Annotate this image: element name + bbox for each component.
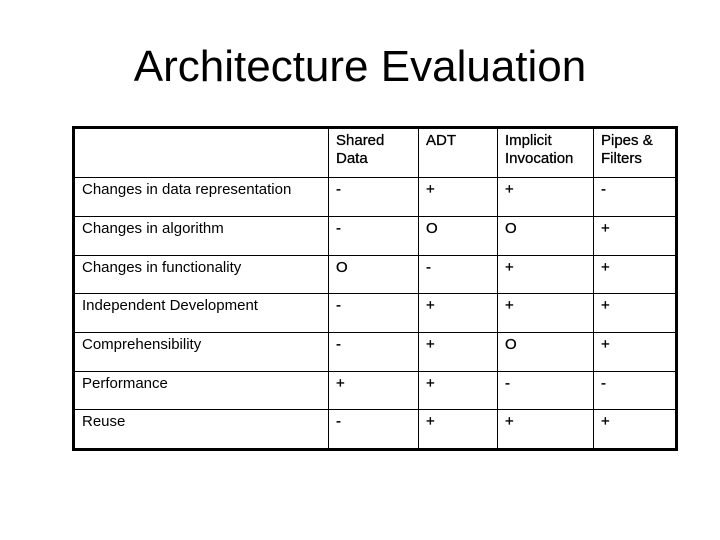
rating-value: -: [601, 374, 606, 392]
rating-value: +: [505, 413, 514, 431]
table-row: Independent Development - + + +: [72, 293, 678, 333]
column-header: Pipes & Filters: [593, 125, 678, 179]
rating-cell: +: [593, 254, 678, 295]
rating-value: +: [336, 374, 345, 392]
rating-value: +: [601, 258, 610, 276]
rating-cell: O: [497, 331, 594, 372]
rating-cell: +: [497, 409, 594, 451]
page-title: Architecture Evaluation: [133, 42, 587, 91]
table-row: Comprehensibility - + O +: [72, 331, 678, 372]
rating-cell: +: [418, 370, 498, 411]
rating-cell: -: [328, 177, 419, 218]
criterion-cell: Independent Development: [72, 293, 329, 333]
rating-cell: +: [497, 177, 594, 218]
table-row: Changes in functionality O - + +: [72, 254, 678, 295]
rating-cell: +: [418, 331, 498, 372]
rating-value: +: [601, 220, 610, 238]
rating-value: +: [426, 413, 435, 431]
column-header: Shared Data: [328, 125, 419, 179]
rating-value: O: [505, 335, 517, 353]
rating-value: -: [336, 181, 341, 199]
criterion-cell: Performance: [72, 370, 329, 411]
rating-cell: O: [328, 254, 419, 295]
rating-value: +: [426, 297, 435, 315]
rating-value: -: [601, 181, 606, 199]
table-row: Performance + + - -: [72, 370, 678, 411]
criterion-cell: Changes in algorithm: [72, 216, 329, 256]
rating-value: +: [505, 258, 514, 276]
rating-value: -: [336, 220, 341, 238]
rating-cell: -: [328, 216, 419, 256]
column-header: ADT: [418, 125, 498, 179]
header-row: Shared Data ADT Implicit Invocation Pipes …: [72, 125, 678, 179]
rating-cell: -: [497, 370, 594, 411]
table-row: Reuse - + + +: [72, 409, 678, 451]
rating-value: +: [505, 181, 514, 199]
rating-cell: +: [418, 293, 498, 333]
rating-cell: -: [328, 331, 419, 372]
rating-value: O: [505, 220, 517, 238]
rating-cell: +: [497, 254, 594, 295]
rating-cell: O: [497, 216, 594, 256]
column-header: Implicit Invocation: [497, 125, 594, 179]
rating-value: +: [426, 335, 435, 353]
rating-cell: -: [328, 293, 419, 333]
rating-cell: +: [418, 409, 498, 451]
rating-cell: +: [328, 370, 419, 411]
rating-cell: +: [593, 293, 678, 333]
rating-cell: +: [497, 293, 594, 333]
rating-value: -: [336, 297, 341, 315]
rating-value: -: [505, 374, 510, 392]
criterion-cell: Reuse: [72, 409, 329, 451]
rating-cell: +: [418, 177, 498, 218]
rating-cell: -: [328, 409, 419, 451]
rating-value: +: [426, 374, 435, 392]
table-row: Changes in algorithm - O O +: [72, 216, 678, 256]
criterion-cell: Changes in data representation: [72, 177, 329, 218]
rating-value: +: [601, 413, 610, 431]
rating-value: -: [336, 413, 341, 431]
rating-cell: O: [418, 216, 498, 256]
rating-value: -: [426, 258, 431, 276]
rating-value: O: [426, 220, 438, 238]
rating-value: -: [336, 335, 341, 353]
rating-value: +: [426, 181, 435, 199]
rating-value: +: [601, 335, 610, 353]
criterion-cell: Comprehensibility: [72, 331, 329, 372]
corner-cell: [72, 125, 329, 179]
rating-value: +: [601, 297, 610, 315]
rating-cell: +: [593, 331, 678, 372]
rating-value: +: [505, 297, 514, 315]
table-row: Changes in data representation - + + -: [72, 177, 678, 218]
evaluation-table: Shared Data ADT Implicit Invocation Pipes …: [72, 125, 678, 451]
rating-cell: +: [593, 216, 678, 256]
rating-cell: -: [593, 370, 678, 411]
rating-cell: -: [418, 254, 498, 295]
criterion-cell: Changes in functionality: [72, 254, 329, 295]
rating-cell: +: [593, 409, 678, 451]
rating-value: O: [336, 258, 348, 276]
rating-cell: -: [593, 177, 678, 218]
